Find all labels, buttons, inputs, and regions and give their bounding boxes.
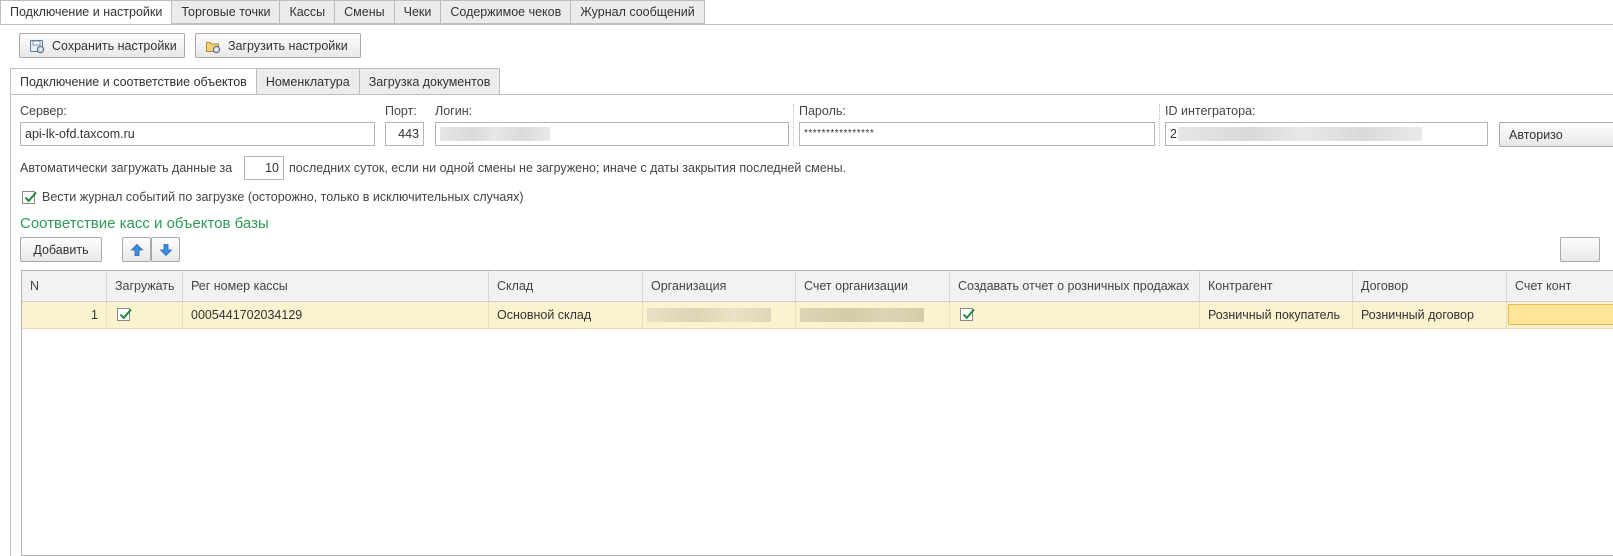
top-tab-divider <box>0 24 1613 25</box>
log-events-checkbox[interactable] <box>22 191 37 204</box>
cell-counterparty[interactable]: Розничный покупатель <box>1200 302 1353 328</box>
load-settings-button[interactable]: Загрузить настройки <box>195 33 361 58</box>
authorize-button[interactable]: Авторизо <box>1499 122 1613 147</box>
more-actions-button[interactable] <box>1560 237 1600 262</box>
column-header-contract[interactable]: Договор <box>1353 271 1507 301</box>
arrow-up-icon <box>130 243 143 256</box>
server-label: Сервер: <box>20 104 67 118</box>
login-input[interactable] <box>435 122 789 146</box>
autoload-prefix: Автоматически загружать данные за <box>20 161 233 175</box>
tab-message-log[interactable]: Журнал сообщений <box>571 0 705 24</box>
load-settings-icon <box>205 38 221 54</box>
column-header-load[interactable]: Загружать <box>107 271 183 301</box>
save-settings-button[interactable]: Сохранить настройки <box>19 33 185 58</box>
org-account-redacted <box>800 308 924 322</box>
column-header-counterparty[interactable]: Контрагент <box>1200 271 1353 301</box>
cell-retail-report[interactable] <box>950 302 1200 328</box>
save-settings-label: Сохранить настройки <box>52 38 177 53</box>
add-row-button[interactable]: Добавить <box>20 237 102 262</box>
cell-warehouse[interactable]: Основной склад <box>489 302 643 328</box>
field-separator <box>793 104 794 146</box>
tab-document-loading[interactable]: Загрузка документов <box>359 68 501 95</box>
tab-connection-mapping[interactable]: Подключение и соответствие объектов <box>10 68 257 95</box>
panel-left-border <box>10 94 11 556</box>
cell-organization[interactable] <box>643 302 796 328</box>
checkmark-icon <box>962 308 975 320</box>
table-header: N Загружать Рег номер кассы Склад Органи… <box>22 271 1613 302</box>
add-row-label: Добавить <box>33 242 89 257</box>
organization-redacted <box>647 308 771 322</box>
cell-contract[interactable]: Розничный договор <box>1353 302 1507 328</box>
server-input[interactable]: api-lk-ofd.taxcom.ru <box>20 122 375 146</box>
field-separator <box>1159 104 1160 146</box>
row-load-checkbox[interactable] <box>117 308 132 321</box>
autoload-suffix: последних суток, если ни одной смены не … <box>289 161 847 175</box>
column-header-counterparty-account[interactable]: Счет конт <box>1507 271 1613 301</box>
authorize-label: Авторизо <box>1509 127 1563 142</box>
password-label: Пароль: <box>799 104 846 118</box>
cell-org-account[interactable] <box>796 302 950 328</box>
tab-cash-registers[interactable]: Кассы <box>280 0 336 24</box>
port-input[interactable]: 443 <box>385 122 424 146</box>
inner-tab-strip: Подключение и соответствие объектов Номе… <box>10 68 501 95</box>
tab-connection-settings[interactable]: Подключение и настройки <box>0 0 173 24</box>
column-header-warehouse[interactable]: Склад <box>489 271 643 301</box>
inner-tab-divider <box>10 94 1613 95</box>
tab-receipts[interactable]: Чеки <box>394 0 442 24</box>
integrator-id-input[interactable]: 2 <box>1165 122 1488 146</box>
tab-shifts[interactable]: Смены <box>335 0 395 24</box>
integrator-id-redacted <box>1178 127 1422 141</box>
cell-reg-number[interactable]: 0005441702034129 <box>183 302 489 328</box>
load-settings-label: Загрузить настройки <box>228 38 348 53</box>
arrow-down-icon <box>159 243 172 256</box>
column-header-reg-number[interactable]: Рег номер кассы <box>183 271 489 301</box>
port-label: Порт: <box>385 104 417 118</box>
column-header-n[interactable]: N <box>22 271 107 301</box>
cell-counterparty-account[interactable] <box>1507 302 1613 328</box>
autoload-days-input[interactable]: 10 <box>244 156 284 180</box>
tab-receipt-contents[interactable]: Содержимое чеков <box>441 0 572 24</box>
column-header-org-account[interactable]: Счет организации <box>796 271 950 301</box>
row-report-checkbox[interactable] <box>960 308 975 321</box>
tab-retail-points[interactable]: Торговые точки <box>172 0 281 24</box>
checkmark-icon <box>119 308 132 320</box>
login-label: Логин: <box>435 104 473 118</box>
cell-n[interactable]: 1 <box>22 302 107 328</box>
log-events-label: Вести журнал событий по загрузке (осторо… <box>42 190 524 204</box>
checkmark-icon <box>24 191 37 203</box>
save-settings-icon <box>29 38 45 54</box>
password-input[interactable]: **************** <box>799 122 1155 146</box>
selected-cell-highlight <box>1508 304 1613 325</box>
column-header-retail-report[interactable]: Создавать отчет о розничных продажах <box>950 271 1200 301</box>
integrator-id-label: ID интегратора: <box>1165 104 1256 118</box>
top-tab-strip: Подключение и настройки Торговые точки К… <box>0 0 705 25</box>
move-up-button[interactable] <box>122 237 151 262</box>
mapping-section-title: Соответствие касс и объектов базы <box>20 215 269 232</box>
cell-load[interactable] <box>107 302 183 328</box>
move-down-button[interactable] <box>151 237 180 262</box>
tab-nomenclature[interactable]: Номенклатура <box>256 68 360 95</box>
column-header-organization[interactable]: Организация <box>643 271 796 301</box>
table-row[interactable]: 1 0005441702034129 Основной склад Рознич… <box>22 302 1613 329</box>
integrator-id-prefix: 2 <box>1170 127 1177 141</box>
login-redacted <box>440 127 550 141</box>
mapping-table: N Загружать Рег номер кассы Склад Органи… <box>21 270 1613 556</box>
